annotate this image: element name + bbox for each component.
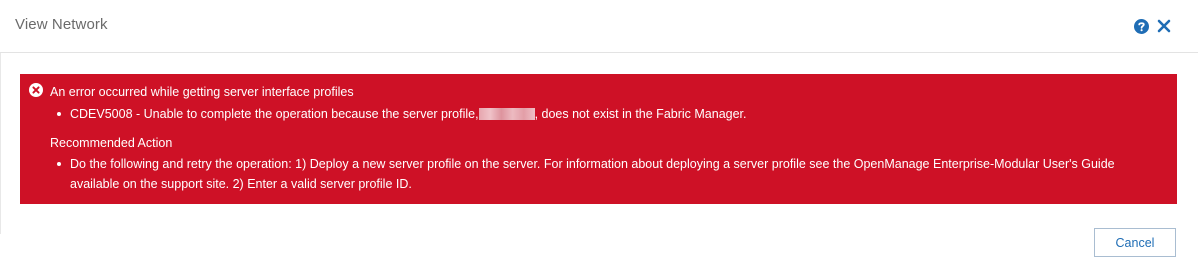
- recommended-action-item: Do the following and retry the operation…: [50, 154, 1150, 194]
- recommended-action-list: Do the following and retry the operation…: [50, 154, 1150, 194]
- error-message-prefix: CDEV5008 - Unable to complete the operat…: [70, 107, 479, 121]
- error-alert: An error occurred while getting server i…: [20, 74, 1177, 204]
- error-heading: An error occurred while getting server i…: [50, 85, 354, 99]
- help-icon[interactable]: [1134, 19, 1149, 34]
- error-circle-x-icon: [29, 83, 43, 97]
- view-network-dialog: View Network An error occurred while get…: [0, 0, 1198, 272]
- dialog-title: View Network: [15, 16, 108, 33]
- dialog-left-border: [0, 53, 3, 234]
- error-detail-item: CDEV5008 - Unable to complete the operat…: [50, 104, 1160, 124]
- dialog-header: View Network: [0, 0, 1198, 53]
- cancel-button[interactable]: Cancel: [1094, 228, 1176, 257]
- error-message-suffix: , does not exist in the Fabric Manager.: [534, 107, 747, 121]
- error-details-list: CDEV5008 - Unable to complete the operat…: [50, 104, 1160, 124]
- recommended-action-heading: Recommended Action: [50, 136, 173, 150]
- redacted-profile-name: [478, 108, 535, 120]
- close-icon[interactable]: [1157, 19, 1171, 33]
